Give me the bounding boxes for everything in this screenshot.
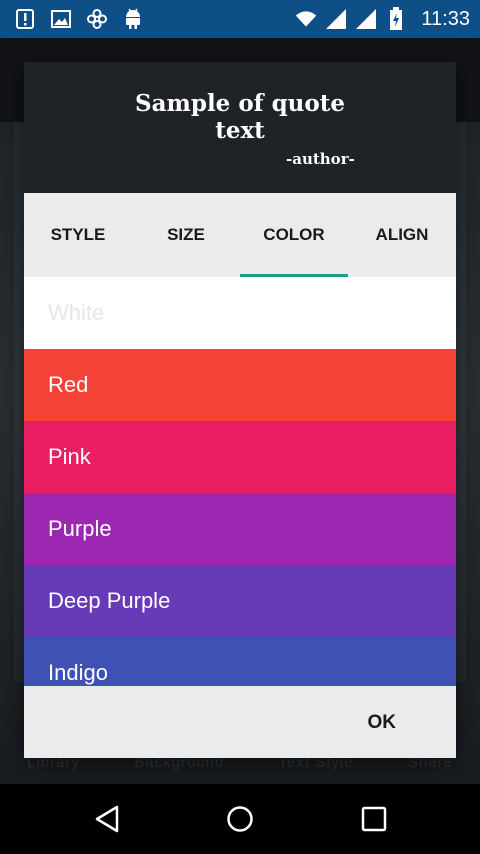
color-option-purple[interactable]: Purple xyxy=(24,493,456,565)
ok-button[interactable]: OK xyxy=(368,708,397,738)
settings-flower-icon xyxy=(86,8,108,30)
signal-icon-2 xyxy=(355,8,377,30)
quote-preview: Sample of quote text -author- xyxy=(24,62,456,193)
quote-text: Sample of quote text xyxy=(135,90,345,144)
home-icon[interactable] xyxy=(223,802,257,836)
navigation-bar xyxy=(0,784,480,854)
color-label: Red xyxy=(48,372,89,397)
style-tabs: STYLE SIZE COLOR ALIGN xyxy=(24,193,456,277)
tab-color[interactable]: COLOR xyxy=(240,193,348,277)
wifi-icon xyxy=(295,8,317,30)
color-option-pink[interactable]: Pink xyxy=(24,421,456,493)
color-label: White xyxy=(48,300,105,325)
color-label: Pink xyxy=(48,444,91,469)
text-color-dialog: Sample of quote text -author- STYLE SIZE… xyxy=(24,62,456,758)
status-time: 11:33 xyxy=(421,7,470,30)
color-option-deep-purple[interactable]: Deep Purple xyxy=(24,565,456,637)
alert-icon xyxy=(14,8,36,30)
color-option-indigo[interactable]: Indigo xyxy=(24,637,456,686)
color-label: Deep Purple xyxy=(48,588,171,613)
status-bar: 11:33 xyxy=(0,0,480,38)
recents-icon[interactable] xyxy=(357,802,391,836)
signal-icon xyxy=(325,8,347,30)
android-icon xyxy=(122,8,144,30)
dialog-footer: OK xyxy=(24,686,456,758)
tab-size[interactable]: SIZE xyxy=(132,193,240,277)
image-icon xyxy=(50,8,72,30)
tab-align[interactable]: ALIGN xyxy=(348,193,456,277)
color-label: Indigo xyxy=(48,660,108,685)
color-option-white[interactable]: White xyxy=(24,277,456,349)
battery-icon xyxy=(385,7,407,30)
quote-author: -author- xyxy=(286,150,355,168)
back-icon[interactable] xyxy=(90,802,124,836)
color-label: Purple xyxy=(48,516,112,541)
tab-style[interactable]: STYLE xyxy=(24,193,132,277)
color-list: White Red Pink Purple Deep Purple Indigo xyxy=(24,277,456,686)
color-option-red[interactable]: Red xyxy=(24,349,456,421)
